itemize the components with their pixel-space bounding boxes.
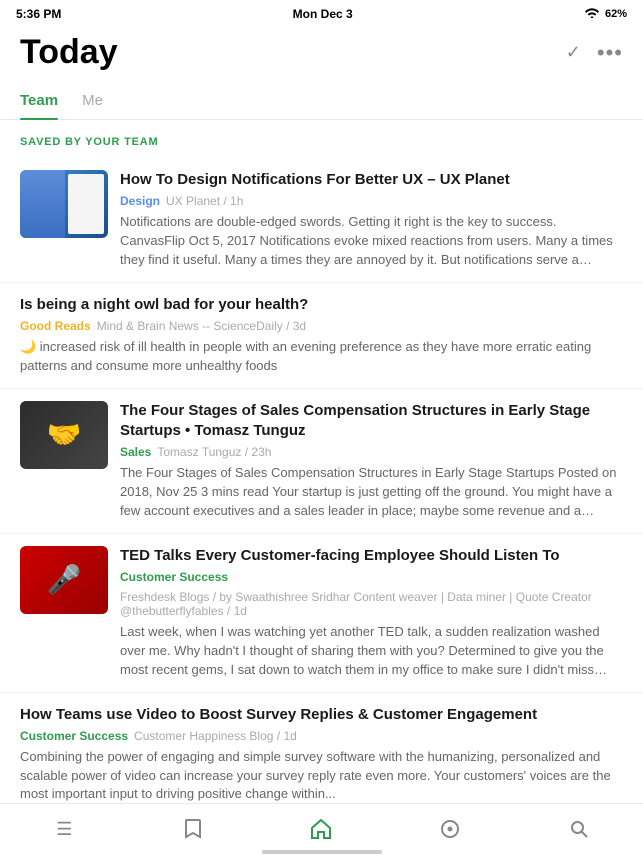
nav-compass[interactable] bbox=[430, 814, 470, 844]
more-icon[interactable]: ••• bbox=[597, 40, 623, 66]
article-source: Freshdesk Blogs / by Swaathishree Sridha… bbox=[120, 590, 623, 618]
article-meta: Customer Success Freshdesk Blogs / by Sw… bbox=[120, 570, 623, 618]
page-title: Today bbox=[20, 33, 118, 72]
nav-menu[interactable]: ☰ bbox=[44, 814, 84, 844]
article-thumbnail bbox=[20, 401, 108, 469]
list-item[interactable]: How To Design Notifications For Better U… bbox=[0, 158, 643, 283]
tabs-container: Team Me bbox=[0, 84, 643, 120]
article-tag: Customer Success bbox=[20, 729, 128, 743]
article-content: The Four Stages of Sales Compensation St… bbox=[120, 401, 623, 521]
list-item[interactable]: Is being a night owl bad for your health… bbox=[0, 283, 643, 389]
article-title: How To Design Notifications For Better U… bbox=[120, 170, 623, 190]
article-thumbnail bbox=[20, 546, 108, 614]
article-description: 🌙 increased risk of ill health in people… bbox=[20, 338, 623, 376]
battery-icon: 62% bbox=[605, 8, 627, 20]
nav-bookmark[interactable] bbox=[173, 814, 213, 844]
article-description: The Four Stages of Sales Compensation St… bbox=[120, 464, 623, 521]
article-source: Tomasz Tunguz / 23h bbox=[157, 445, 271, 459]
article-description: Combining the power of engaging and simp… bbox=[20, 748, 623, 805]
nav-home[interactable] bbox=[301, 814, 341, 844]
article-description: Last week, when I was watching yet anoth… bbox=[120, 623, 623, 680]
article-title: How Teams use Video to Boost Survey Repl… bbox=[20, 705, 623, 725]
article-meta: Good Reads Mind & Brain News -- ScienceD… bbox=[20, 319, 623, 333]
article-meta: Customer Success Customer Happiness Blog… bbox=[20, 729, 623, 743]
tab-team[interactable]: Team bbox=[20, 84, 58, 119]
article-meta: Sales Tomasz Tunguz / 23h bbox=[120, 445, 623, 459]
article-title: The Four Stages of Sales Compensation St… bbox=[120, 401, 623, 442]
status-date: Mon Dec 3 bbox=[293, 7, 353, 21]
article-title: Is being a night owl bad for your health… bbox=[20, 295, 623, 315]
article-tag: Good Reads bbox=[20, 319, 91, 333]
article-source: Mind & Brain News -- ScienceDaily / 3d bbox=[97, 319, 306, 333]
tab-me[interactable]: Me bbox=[82, 84, 103, 119]
article-tag: Sales bbox=[120, 445, 151, 459]
section-label-saved: SAVED BY YOUR TEAM bbox=[0, 120, 643, 158]
article-content: How Teams use Video to Boost Survey Repl… bbox=[20, 705, 623, 805]
header: Today ✓ ••• bbox=[0, 25, 643, 84]
wifi-icon bbox=[584, 6, 600, 21]
article-tag: Customer Success bbox=[120, 570, 228, 584]
list-item[interactable]: How Teams use Video to Boost Survey Repl… bbox=[0, 693, 643, 818]
article-content: Is being a night owl bad for your health… bbox=[20, 295, 623, 376]
status-time: 5:36 PM bbox=[16, 7, 61, 21]
status-icons: 62% bbox=[584, 6, 627, 21]
article-content: TED Talks Every Customer-facing Employee… bbox=[120, 546, 623, 680]
nav-search[interactable] bbox=[559, 814, 599, 844]
scroll-content: SAVED BY YOUR TEAM How To Design Notific… bbox=[0, 120, 643, 838]
article-title: TED Talks Every Customer-facing Employee… bbox=[120, 546, 623, 566]
article-source: UX Planet / 1h bbox=[166, 194, 243, 208]
article-thumbnail bbox=[20, 170, 108, 238]
header-actions: ✓ ••• bbox=[566, 40, 623, 66]
article-meta: Design UX Planet / 1h bbox=[120, 194, 623, 208]
article-content: How To Design Notifications For Better U… bbox=[120, 170, 623, 270]
status-bar: 5:36 PM Mon Dec 3 62% bbox=[0, 0, 643, 25]
home-indicator bbox=[262, 850, 382, 854]
article-description: Notifications are double-edged swords. G… bbox=[120, 213, 623, 270]
article-tag: Design bbox=[120, 194, 160, 208]
check-icon[interactable]: ✓ bbox=[566, 42, 581, 63]
list-item[interactable]: The Four Stages of Sales Compensation St… bbox=[0, 389, 643, 534]
article-source: Customer Happiness Blog / 1d bbox=[134, 729, 297, 743]
list-item[interactable]: TED Talks Every Customer-facing Employee… bbox=[0, 534, 643, 693]
